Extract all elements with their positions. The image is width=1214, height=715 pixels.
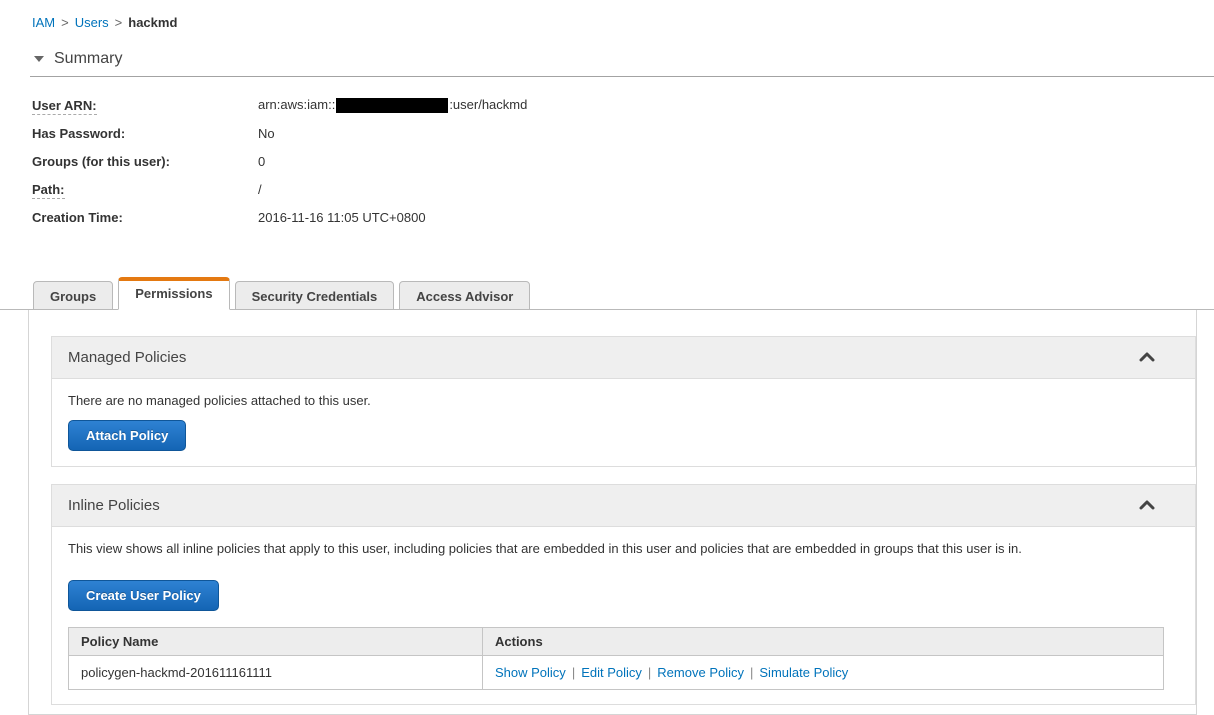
policy-actions-cell: Show Policy | Edit Policy | Remove Policy | Si… xyxy=(482,655,1164,690)
field-row-user-arn: User ARN: arn:aws:iam:::user/hackmd xyxy=(32,91,1214,119)
tab-permissions[interactable]: Permissions xyxy=(118,277,230,310)
field-row-creation-time: Creation Time: 2016-11-16 11:05 UTC+0800 xyxy=(32,203,1214,231)
action-separator: | xyxy=(571,665,576,680)
inline-policies-body: This view shows all inline policies that… xyxy=(52,527,1195,704)
user-arn-value: arn:aws:iam:::user/hackmd xyxy=(258,96,528,114)
path-value: / xyxy=(258,181,262,197)
tab-security-credentials[interactable]: Security Credentials xyxy=(234,281,395,310)
inline-policies-header[interactable]: Inline Policies xyxy=(52,485,1195,527)
tab-bar: Groups Permissions Security Credentials … xyxy=(0,277,1214,310)
field-row-path: Path: / xyxy=(32,175,1214,203)
redacted-account-id xyxy=(336,98,449,114)
has-password-value: No xyxy=(258,125,275,141)
breadcrumb-current-user: hackmd xyxy=(128,15,178,30)
managed-policies-body: There are no managed policies attached t… xyxy=(52,379,1195,466)
tab-access-advisor[interactable]: Access Advisor xyxy=(399,281,531,310)
user-arn-label: User ARN: xyxy=(32,97,97,115)
breadcrumb-link-iam[interactable]: IAM xyxy=(32,15,55,30)
managed-policies-title: Managed Policies xyxy=(68,349,187,366)
action-separator: | xyxy=(750,665,754,680)
remove-policy-link[interactable]: Remove Policy xyxy=(657,665,744,680)
managed-policies-empty-text: There are no managed policies attached t… xyxy=(68,393,371,408)
breadcrumb-link-users[interactable]: Users xyxy=(75,15,109,30)
policy-name-column-header: Policy Name xyxy=(68,627,483,656)
managed-policies-section: Managed Policies There are no managed po… xyxy=(51,336,1196,467)
inline-policies-section: Inline Policies This view shows all inli… xyxy=(51,484,1196,705)
summary-divider xyxy=(30,76,1214,77)
field-row-groups: Groups (for this user): 0 xyxy=(32,147,1214,175)
summary-title: Summary xyxy=(54,50,123,67)
creation-time-value: 2016-11-16 11:05 UTC+0800 xyxy=(258,209,426,225)
inline-policies-table: Policy Name Actions policygen-hackmd-201… xyxy=(68,627,1164,690)
show-policy-link[interactable]: Show Policy xyxy=(495,665,566,680)
groups-label: Groups (for this user): xyxy=(32,153,170,169)
actions-column-header: Actions xyxy=(482,627,1164,656)
breadcrumb-separator: > xyxy=(61,15,69,30)
chevron-up-icon[interactable] xyxy=(1139,497,1155,514)
creation-time-label: Creation Time: xyxy=(32,209,123,225)
breadcrumb-separator: > xyxy=(114,15,123,30)
breadcrumb: IAM > Users > hackmd xyxy=(0,0,1214,30)
summary-section-toggle[interactable]: Summary xyxy=(34,50,1214,68)
table-row: policygen-hackmd-201611161111 Show Polic… xyxy=(68,655,1164,690)
triangle-down-icon xyxy=(34,56,44,62)
attach-policy-button[interactable]: Attach Policy xyxy=(68,420,187,451)
permissions-tab-panel: Managed Policies There are no managed po… xyxy=(28,310,1197,715)
groups-value: 0 xyxy=(258,153,266,169)
field-row-has-password: Has Password: No xyxy=(32,119,1214,147)
edit-policy-link[interactable]: Edit Policy xyxy=(581,665,642,680)
path-label: Path: xyxy=(32,181,65,199)
has-password-label: Has Password: xyxy=(32,125,126,141)
policy-name-cell: policygen-hackmd-201611161111 xyxy=(68,655,483,690)
create-user-policy-button[interactable]: Create User Policy xyxy=(68,580,219,611)
chevron-up-icon[interactable] xyxy=(1139,349,1155,366)
action-separator: | xyxy=(647,665,652,680)
managed-policies-header[interactable]: Managed Policies xyxy=(52,337,1195,379)
simulate-policy-link[interactable]: Simulate Policy xyxy=(759,665,848,680)
tab-groups[interactable]: Groups xyxy=(33,281,114,310)
summary-fields: User ARN: arn:aws:iam:::user/hackmd Has … xyxy=(32,91,1214,231)
inline-policies-title: Inline Policies xyxy=(68,497,160,514)
table-header-row: Policy Name Actions xyxy=(68,627,1164,656)
inline-policies-description: This view shows all inline policies that… xyxy=(68,541,1022,556)
